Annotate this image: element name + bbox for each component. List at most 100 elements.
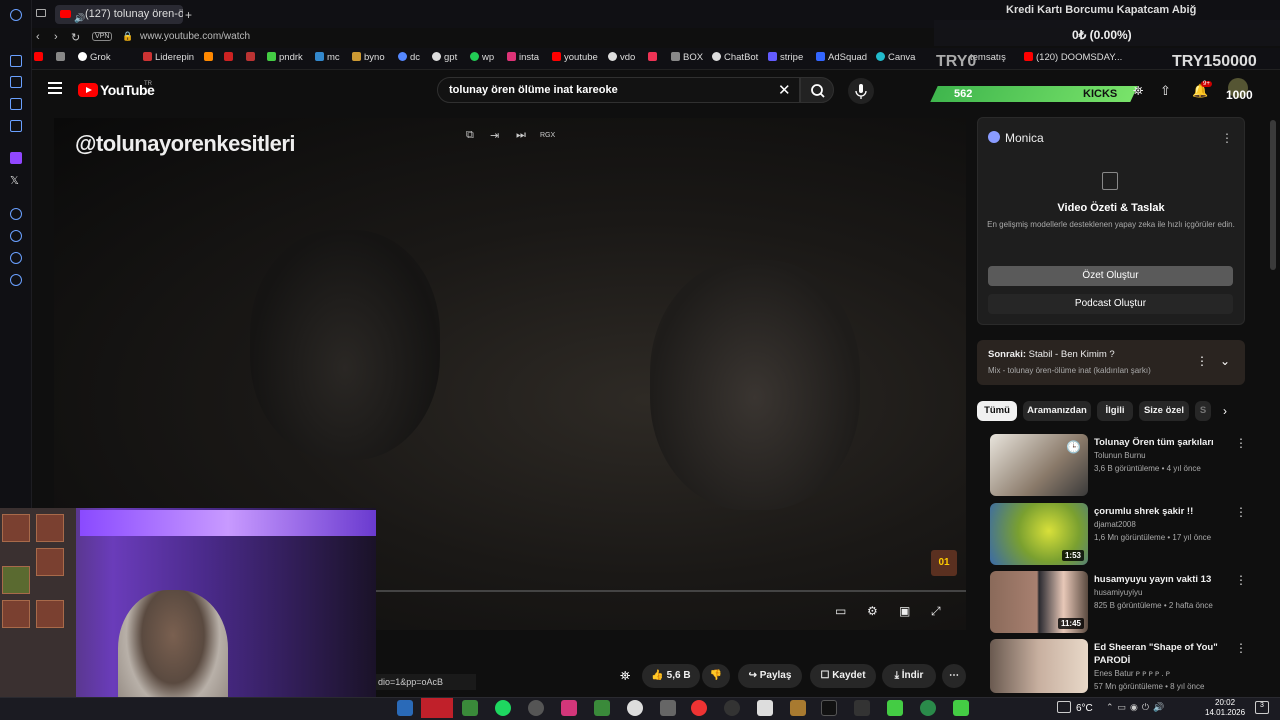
sidebar-icon-1[interactable] bbox=[10, 55, 22, 67]
taskbar-app-1[interactable] bbox=[397, 700, 413, 716]
temperature[interactable]: 6°C bbox=[1076, 703, 1093, 714]
monica-action-icon[interactable]: ⛯ bbox=[620, 668, 630, 684]
share-button[interactable]: ↪ Paylaş bbox=[738, 664, 802, 688]
taskbar-app-6[interactable] bbox=[660, 700, 676, 716]
download-button[interactable]: ⤓ İndir bbox=[882, 664, 936, 688]
sidebar-icon-2[interactable] bbox=[10, 76, 22, 88]
bookmark-stripe[interactable]: stripe bbox=[768, 52, 803, 63]
taskbar-app-11[interactable] bbox=[920, 700, 936, 716]
clock[interactable]: 20:02 14.01.2026 bbox=[1205, 698, 1245, 718]
bookmark-vdo[interactable]: vdo bbox=[608, 52, 635, 63]
chip-all[interactable]: Tümü bbox=[977, 401, 1017, 421]
extensions-icon[interactable] bbox=[10, 252, 22, 264]
search-button[interactable] bbox=[800, 77, 834, 103]
more-options-icon[interactable]: ⋮ bbox=[1235, 573, 1247, 587]
video-title[interactable]: husamyuyu yayın vakti 13 bbox=[1094, 573, 1234, 586]
sidebar-icon-4[interactable] bbox=[10, 120, 22, 132]
bookmark-insta[interactable]: insta bbox=[507, 52, 539, 63]
vpn-badge[interactable]: VPN bbox=[92, 32, 113, 41]
scrollbar[interactable] bbox=[1270, 120, 1276, 270]
bookmark-adsquad[interactable]: AdSquad bbox=[816, 52, 867, 63]
chrome-icon[interactable] bbox=[691, 700, 707, 716]
upload-icon[interactable]: ⇧ bbox=[1160, 83, 1171, 99]
channel-name[interactable]: husamiyuyiyu bbox=[1094, 588, 1142, 597]
hamburger-menu-icon[interactable] bbox=[48, 82, 62, 94]
address-field[interactable]: www.youtube.com/watch bbox=[140, 31, 250, 42]
video-thumbnail[interactable]: 1:53 bbox=[990, 503, 1088, 565]
create-icon[interactable]: ⛯ bbox=[1133, 83, 1143, 99]
bookmark-doomsday[interactable]: (120) DOOMSDAY... bbox=[1024, 52, 1122, 63]
theater-mode-icon[interactable]: ▣ bbox=[899, 604, 915, 618]
reload-icon[interactable]: ↻ bbox=[71, 31, 80, 44]
tiktok-icon[interactable] bbox=[821, 700, 837, 716]
bookmark-youtube-icon[interactable] bbox=[34, 52, 46, 63]
next-track-icon[interactable]: ⏭ bbox=[516, 129, 526, 142]
taskbar-app-5[interactable] bbox=[627, 700, 643, 716]
chevron-down-icon[interactable]: ⌄ bbox=[1220, 354, 1230, 368]
subtitles-icon[interactable]: ▭ bbox=[835, 604, 851, 618]
player-icon[interactable] bbox=[10, 208, 22, 220]
taskbar-app-2[interactable] bbox=[462, 700, 478, 716]
tab-youtube[interactable]: 🔊 (127) tolunay ören-ölüm bbox=[55, 5, 183, 24]
podcast-button[interactable]: Podcast Oluştur bbox=[988, 294, 1233, 314]
chip-for-you[interactable]: Size özel bbox=[1139, 401, 1189, 421]
dislike-button[interactable]: 👎 bbox=[702, 664, 730, 688]
list-item[interactable]: Ed Sheeran "Shape of You" PARODİ Enes Ba… bbox=[977, 639, 1267, 703]
list-item[interactable]: 🕒 Tolunay Ören tüm şarkıları Tolunun Bur… bbox=[977, 434, 1267, 498]
chip-from-search[interactable]: Aramanızdan bbox=[1023, 401, 1091, 421]
taskbar-app-9[interactable] bbox=[790, 700, 806, 716]
bookmark-bolt-icon[interactable] bbox=[56, 52, 68, 63]
chip-related[interactable]: İlgili bbox=[1097, 401, 1133, 421]
bookmark-chatbot[interactable]: ChatBot bbox=[712, 52, 758, 63]
watch-later-icon[interactable]: 🕒 bbox=[1066, 440, 1081, 454]
epic-games-icon[interactable] bbox=[854, 700, 870, 716]
settings-icon[interactable] bbox=[10, 274, 22, 286]
bookmark-liderepin[interactable]: Liderepin bbox=[143, 52, 194, 63]
taskbar-app-active[interactable] bbox=[421, 698, 453, 718]
bookmark-red-icon[interactable] bbox=[224, 52, 236, 63]
like-button[interactable]: 👍 5,6 B bbox=[642, 664, 700, 688]
clear-search-icon[interactable]: ✕ bbox=[778, 81, 791, 99]
bookmark-canva[interactable]: Canva bbox=[876, 52, 915, 63]
bookmark-pink-icon[interactable] bbox=[648, 52, 660, 63]
spotify-icon[interactable] bbox=[495, 700, 511, 716]
list-item[interactable]: 1:53 çorumlu shrek şakir !! djamat2008 1… bbox=[977, 503, 1267, 567]
more-options-icon[interactable]: ⋮ bbox=[1235, 641, 1247, 655]
bookmark-grid-icon[interactable] bbox=[246, 52, 258, 63]
voice-search-button[interactable] bbox=[848, 78, 874, 104]
up-next-menu-icon[interactable]: ⋮ bbox=[1196, 354, 1208, 368]
lock-icon[interactable]: 🔒 bbox=[122, 31, 133, 42]
bookmark-gpt[interactable]: gpt bbox=[432, 52, 457, 63]
video-title[interactable]: çorumlu shrek şakir !! bbox=[1094, 505, 1234, 518]
bookmark-youtube[interactable]: youtube bbox=[552, 52, 598, 63]
sidebar-icon-3[interactable] bbox=[10, 98, 22, 110]
notification-center-icon[interactable]: 3 bbox=[1255, 701, 1269, 714]
channel-name[interactable]: djamat2008 bbox=[1094, 520, 1136, 529]
opera-logo-icon[interactable] bbox=[10, 9, 22, 21]
speaker-icon[interactable]: 🔊 bbox=[74, 9, 85, 24]
bookmark-grok[interactable]: Grok bbox=[78, 52, 111, 63]
back-icon[interactable]: ‹ bbox=[36, 31, 40, 43]
taskbar-app-12[interactable] bbox=[953, 700, 969, 716]
bookmark-mc[interactable]: mc bbox=[315, 52, 340, 63]
taskbar-app-3[interactable] bbox=[528, 700, 544, 716]
weather-icon[interactable] bbox=[1057, 701, 1071, 713]
list-item[interactable]: 11:45 husamyuyu yayın vakti 13 husamiyuy… bbox=[977, 571, 1267, 635]
popout-icon[interactable]: ⧉ bbox=[466, 129, 474, 142]
taskbar-app-7[interactable] bbox=[724, 700, 740, 716]
forward-icon[interactable]: › bbox=[54, 31, 58, 43]
summary-button[interactable]: Özet Oluştur bbox=[988, 266, 1233, 286]
channel-name[interactable]: Tolunun Burnu bbox=[1094, 451, 1146, 460]
video-title[interactable]: Tolunay Ören tüm şarkıları bbox=[1094, 436, 1234, 449]
subscribe-watermark[interactable]: 01 bbox=[931, 550, 957, 576]
video-title[interactable]: Ed Sheeran "Shape of You" PARODİ bbox=[1094, 641, 1234, 667]
chip-more[interactable]: S bbox=[1195, 401, 1211, 421]
more-actions-button[interactable]: ⋯ bbox=[942, 664, 966, 688]
bookmark-box[interactable]: BOX bbox=[671, 52, 703, 63]
video-thumbnail[interactable]: 11:45 bbox=[990, 571, 1088, 633]
twitch-icon[interactable] bbox=[10, 152, 22, 164]
more-options-icon[interactable]: ⋮ bbox=[1235, 505, 1247, 519]
youtube-logo-icon[interactable] bbox=[78, 83, 98, 97]
bookmark-byno[interactable]: byno bbox=[352, 52, 385, 63]
history-icon[interactable] bbox=[10, 230, 22, 242]
